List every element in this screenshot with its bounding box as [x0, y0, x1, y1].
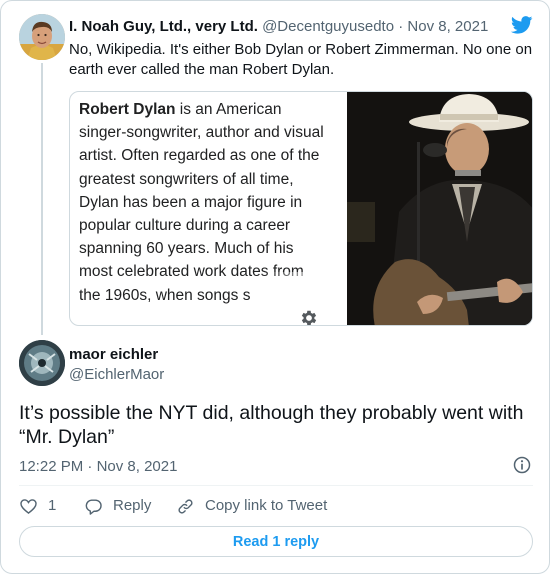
- gear-icon[interactable]: [299, 308, 319, 326]
- reply-timestamp[interactable]: 12:22 PM · Nov 8, 2021: [19, 457, 177, 477]
- timestamp-separator: ·: [87, 458, 93, 475]
- link-icon: [178, 498, 193, 514]
- quoted-tweet-header: I. Noah Guy, Ltd., very Ltd. @Decentguyu…: [69, 17, 535, 37]
- reply-tweet-text: It’s possible the NYT did, although they…: [19, 402, 524, 448]
- reply-author-name[interactable]: maor eichler: [69, 345, 158, 365]
- thread-connector-line: [41, 63, 43, 335]
- reply-author-handle[interactable]: @EichlerMaor: [69, 365, 164, 385]
- text-fade-overlay: [260, 272, 340, 297]
- quoted-tweet-date[interactable]: Nov 8, 2021: [407, 18, 488, 35]
- reply-date[interactable]: Nov 8, 2021: [97, 458, 178, 475]
- quoted-author-handle[interactable]: @Decentguyusedto: [262, 18, 394, 35]
- avatar-quoted-author[interactable]: [19, 14, 65, 60]
- heart-icon: [20, 498, 37, 514]
- wikipedia-subject: Robert Dylan: [79, 101, 176, 118]
- tweet-embed-card: I. Noah Guy, Ltd., very Ltd. @Decentguyu…: [0, 0, 550, 574]
- copy-link-button[interactable]: Copy link to Tweet: [176, 495, 327, 517]
- info-icon[interactable]: [512, 455, 532, 475]
- wikipedia-screenshot-card[interactable]: Robert Dylan is an American singer-songw…: [69, 91, 533, 326]
- quoted-author-name[interactable]: I. Noah Guy, Ltd., very Ltd.: [69, 18, 258, 35]
- reply-icon: [85, 498, 102, 515]
- divider: [19, 485, 533, 486]
- twitter-bird-icon[interactable]: [511, 16, 533, 34]
- copy-link-label: Copy link to Tweet: [205, 497, 328, 514]
- header-separator: ·: [398, 18, 404, 35]
- avatar-reply-author[interactable]: [19, 340, 65, 386]
- wikipedia-photo: [347, 92, 532, 325]
- read-replies-button[interactable]: Read 1 reply: [19, 526, 533, 557]
- quoted-tweet-text: No, Wikipedia. It's either Bob Dylan or …: [69, 41, 533, 78]
- reply-time[interactable]: 12:22 PM: [19, 458, 83, 475]
- reply-button[interactable]: Reply: [84, 495, 151, 517]
- reply-label: Reply: [113, 497, 152, 514]
- like-count: 1: [48, 497, 57, 514]
- like-button[interactable]: 1: [19, 495, 56, 517]
